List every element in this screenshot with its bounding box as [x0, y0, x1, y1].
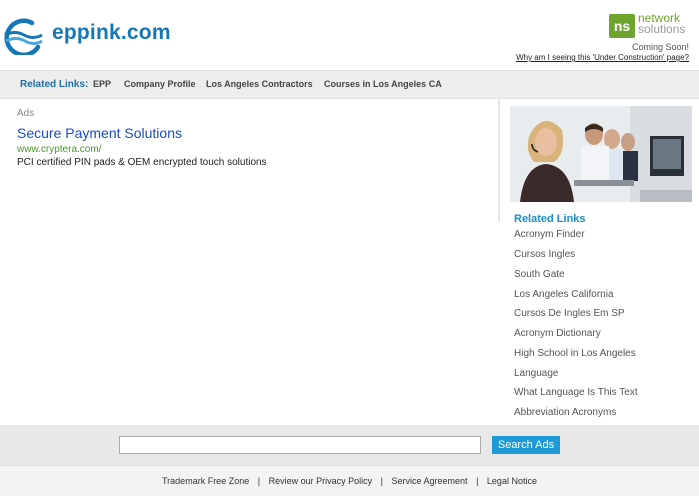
call-center-photo — [510, 106, 692, 202]
search-bar: Search Ads — [0, 425, 699, 465]
search-ads-input[interactable] — [119, 436, 481, 454]
sidebar-link-high-school-la[interactable]: High School in Los Angeles — [514, 348, 636, 359]
related-link-la-contractors[interactable]: Los Angeles Contractors — [206, 71, 313, 98]
footer: Trademark Free Zone | Review our Privacy… — [0, 465, 699, 496]
search-ads-button[interactable]: Search Ads — [492, 436, 560, 454]
eppink-logo-icon[interactable] — [2, 17, 44, 55]
sidebar-link-cursos-ingles[interactable]: Cursos Ingles — [514, 249, 575, 260]
footer-separator: | — [476, 476, 479, 486]
why-under-construction-link[interactable]: Why am I seeing this 'Under Construction… — [516, 53, 689, 62]
network-solutions-logo[interactable]: ns network solutions — [609, 12, 689, 39]
sidebar-link-language[interactable]: Language — [514, 368, 559, 379]
ad-description: PCI certified PIN pads & OEM encrypted t… — [17, 157, 267, 168]
coming-soon-text: Coming Soon! — [631, 42, 689, 52]
sidebar-link-los-angeles-california[interactable]: Los Angeles California — [514, 289, 614, 300]
footer-separator: | — [257, 476, 261, 486]
header: eppink.com ns network solutions Coming S… — [0, 0, 699, 68]
sidebar-link-cursos-de-ingles[interactable]: Cursos De Ingles Em SP — [514, 308, 625, 319]
ns-logo-text: network solutions — [638, 12, 686, 36]
footer-link-legal-notice[interactable]: Legal Notice — [487, 476, 537, 486]
ad-url-link[interactable]: www.cryptera.com/ — [17, 144, 101, 155]
ns-logo-line2: solutions — [638, 22, 686, 36]
footer-link-trademark[interactable]: Trademark Free Zone — [162, 476, 249, 486]
related-link-company-profile[interactable]: Company Profile — [124, 71, 196, 98]
related-link-epp[interactable]: EPP — [93, 71, 111, 98]
sidebar-related-links-title: Related Links — [514, 213, 586, 225]
ad-title-link[interactable]: Secure Payment Solutions — [17, 125, 182, 141]
site-name[interactable]: eppink.com — [52, 21, 171, 45]
related-links-title: Related Links: — [20, 79, 89, 90]
content-divider — [498, 98, 500, 222]
sidebar-link-south-gate[interactable]: South Gate — [514, 269, 565, 280]
footer-link-service-agreement[interactable]: Service Agreement — [392, 476, 468, 486]
sidebar-link-acronym-dictionary[interactable]: Acronym Dictionary — [514, 328, 601, 339]
sidebar-link-abbreviation-acronyms[interactable]: Abbreviation Acronyms — [514, 407, 616, 418]
sidebar-link-what-language[interactable]: What Language Is This Text — [514, 387, 638, 398]
related-link-courses-la[interactable]: Courses in Los Angeles CA — [324, 71, 442, 98]
ns-logo-mark: ns — [609, 14, 635, 38]
related-links-bar: Related Links: EPP Company Profile Los A… — [0, 70, 699, 99]
ads-label: Ads — [17, 108, 35, 119]
footer-separator: | — [380, 476, 383, 486]
footer-link-privacy-policy[interactable]: Review our Privacy Policy — [269, 476, 373, 486]
sidebar-link-acronym-finder[interactable]: Acronym Finder — [514, 229, 585, 240]
